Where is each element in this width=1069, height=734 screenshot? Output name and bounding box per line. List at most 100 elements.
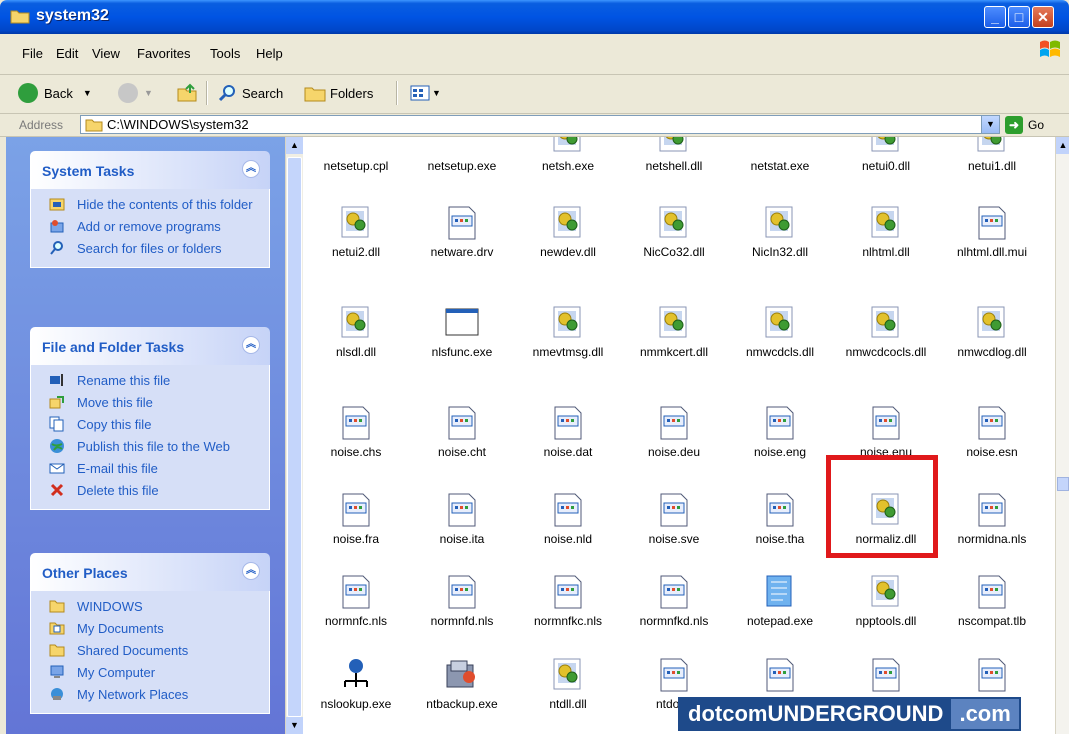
file-list-view: netsetup.cpl netsetup.exe netsh.exe netshel… — [303, 137, 1055, 734]
collapse-chevron-icon[interactable]: ︽ — [242, 336, 260, 354]
file-item[interactable]: nslookup.exe — [303, 657, 409, 711]
file-item[interactable]: noise.sve — [621, 492, 727, 546]
file-item[interactable] — [939, 657, 1045, 697]
file-item[interactable]: noise.tha — [727, 492, 833, 546]
file-item[interactable]: nmwcdlog.dll — [939, 305, 1045, 359]
task-copy-file[interactable]: Copy this file — [31, 415, 269, 437]
menu-help[interactable]: Help — [256, 46, 283, 61]
panel-header[interactable]: Other Places ︽ — [30, 553, 270, 591]
menu-favorites[interactable]: Favorites — [137, 46, 190, 61]
task-rename-file[interactable]: Rename this file — [31, 371, 269, 393]
file-item[interactable]: noise.esn — [939, 405, 1045, 459]
file-item[interactable]: noise.nld — [515, 492, 621, 546]
menu-view[interactable]: View — [92, 46, 120, 61]
place-my-computer[interactable]: My Computer — [31, 663, 269, 685]
views-button[interactable]: ▼ — [410, 79, 441, 107]
place-shared-documents[interactable]: Shared Documents — [31, 641, 269, 663]
forward-button[interactable]: ▼ — [118, 79, 153, 107]
file-item[interactable]: normnfkc.nls — [515, 574, 621, 628]
file-name: normnfkc.nls — [533, 614, 603, 628]
file-item[interactable]: nmwcdcocls.dll — [833, 305, 939, 359]
collapse-chevron-icon[interactable]: ︽ — [242, 160, 260, 178]
file-item[interactable]: normnfc.nls — [303, 574, 409, 628]
file-item[interactable]: normnfd.nls — [409, 574, 515, 628]
task-pane-scrollbar[interactable]: ▲ ▼ — [285, 137, 303, 734]
file-item[interactable]: nmmkcert.dll — [621, 305, 727, 359]
file-item[interactable]: ntbackup.exe — [409, 657, 515, 711]
task-add-remove-programs[interactable]: Add or remove programs — [31, 217, 269, 239]
file-item[interactable]: netsh.exe — [515, 137, 621, 173]
task-email-file[interactable]: E-mail this file — [31, 459, 269, 481]
file-item[interactable]: notepad.exe — [727, 574, 833, 628]
file-item[interactable]: normnfkd.nls — [621, 574, 727, 628]
back-button[interactable]: Back ▼ — [18, 79, 92, 107]
file-item[interactable]: NicCo32.dll — [621, 205, 727, 259]
maximize-button[interactable]: □ — [1008, 6, 1030, 28]
menu-file[interactable]: File — [22, 46, 43, 61]
minimize-button[interactable]: _ — [984, 6, 1006, 28]
file-item[interactable]: netui2.dll — [303, 205, 409, 259]
collapse-chevron-icon[interactable]: ︽ — [242, 562, 260, 580]
file-item[interactable]: noise.deu — [621, 405, 727, 459]
file-item[interactable]: netshell.dll — [621, 137, 727, 173]
file-item[interactable]: nlhtml.dll.mui — [939, 205, 1045, 259]
scroll-thumb[interactable] — [287, 157, 302, 717]
watermark: dotcomUNDERGROUND .com — [678, 697, 1021, 731]
file-item[interactable]: netsetup.exe — [409, 137, 515, 173]
address-dropdown-button[interactable]: ▼ — [981, 116, 999, 133]
close-button[interactable]: ✕ — [1032, 6, 1054, 28]
file-item[interactable]: netsetup.cpl — [303, 137, 409, 173]
file-item[interactable]: netware.drv — [409, 205, 515, 259]
file-item[interactable]: nlsfunc.exe — [409, 305, 515, 359]
task-delete-file[interactable]: Delete this file — [31, 481, 269, 503]
file-item[interactable]: ntdll.dll — [515, 657, 621, 711]
task-publish-to-web[interactable]: Publish this file to the Web — [31, 437, 269, 459]
panel-header[interactable]: System Tasks ︽ — [30, 151, 270, 189]
go-button[interactable]: ➜ Go — [1005, 115, 1044, 134]
title-bar[interactable]: system32 _ □ ✕ — [0, 0, 1069, 34]
file-item[interactable]: nmwcdcls.dll — [727, 305, 833, 359]
file-name: normnfd.nls — [430, 614, 494, 628]
task-hide-folder-contents[interactable]: Hide the contents of this folder — [31, 195, 269, 217]
place-my-network-places[interactable]: My Network Places — [31, 685, 269, 707]
folders-button[interactable]: Folders — [304, 79, 373, 107]
file-item[interactable]: noise.fra — [303, 492, 409, 546]
file-item[interactable]: netui1.dll — [939, 137, 1045, 173]
panel-title: System Tasks — [42, 163, 135, 179]
dll-icon — [869, 574, 903, 610]
file-item[interactable]: noise.cht — [409, 405, 515, 459]
file-item[interactable]: netui0.dll — [833, 137, 939, 173]
place-windows[interactable]: WINDOWS — [31, 597, 269, 619]
file-item[interactable] — [727, 657, 833, 697]
file-item[interactable]: nscompat.tlb — [939, 574, 1045, 628]
dll-icon — [339, 205, 373, 241]
file-item[interactable] — [833, 657, 939, 697]
file-item[interactable]: noise.eng — [727, 405, 833, 459]
file-item[interactable]: newdev.dll — [515, 205, 621, 259]
file-item[interactable]: nlhtml.dll — [833, 205, 939, 259]
search-button[interactable]: Search — [218, 79, 283, 107]
task-search-files[interactable]: Search for files or folders — [31, 239, 269, 261]
file-item[interactable]: noise.enu — [833, 405, 939, 459]
scroll-thumb[interactable] — [1057, 477, 1069, 491]
scroll-up-button[interactable]: ▲ — [1056, 137, 1069, 154]
scroll-up-button[interactable]: ▲ — [286, 137, 303, 154]
file-item[interactable]: netstat.exe — [727, 137, 833, 173]
menu-edit[interactable]: Edit — [56, 46, 78, 61]
file-item[interactable]: nlsdl.dll — [303, 305, 409, 359]
file-item[interactable]: npptools.dll — [833, 574, 939, 628]
scroll-down-button[interactable]: ▼ — [286, 717, 303, 734]
up-folder-button[interactable] — [176, 79, 198, 107]
file-item[interactable]: noise.ita — [409, 492, 515, 546]
file-item[interactable]: nmevtmsg.dll — [515, 305, 621, 359]
panel-header[interactable]: File and Folder Tasks ︽ — [30, 327, 270, 365]
file-item[interactable]: normidna.nls — [939, 492, 1045, 546]
file-item[interactable]: noise.dat — [515, 405, 621, 459]
menu-tools[interactable]: Tools — [210, 46, 240, 61]
file-list-scrollbar[interactable]: ▲ — [1055, 137, 1069, 734]
file-item[interactable]: NicIn32.dll — [727, 205, 833, 259]
task-move-file[interactable]: Move this file — [31, 393, 269, 415]
address-input[interactable]: C:\WINDOWS\system32 ▼ — [80, 115, 1000, 134]
file-item[interactable]: noise.chs — [303, 405, 409, 459]
place-my-documents[interactable]: My Documents — [31, 619, 269, 641]
